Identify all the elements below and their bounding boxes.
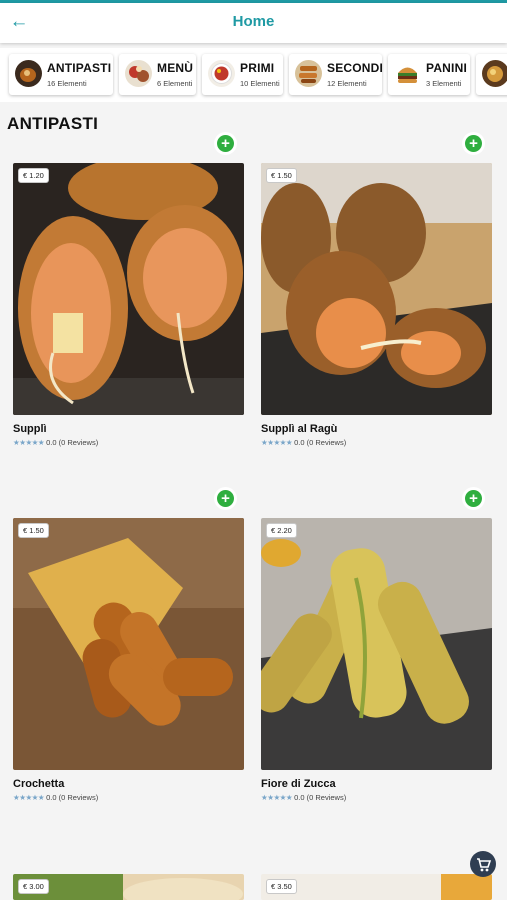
category-primi[interactable]: PRIMI 10 Elementi [202, 54, 283, 95]
cart-icon[interactable] [470, 851, 496, 877]
product-name: Crochetta [13, 778, 65, 790]
page-title: Home [232, 13, 275, 30]
plus-circle-icon[interactable]: + [214, 132, 237, 155]
price-badge: € 3.00 [18, 879, 49, 894]
category-more[interactable] [476, 54, 507, 95]
rating-text: 0.0 (0 Reviews) [294, 793, 347, 802]
star-icon: ★★★★★ [261, 793, 293, 802]
category-name: PRIMI [240, 61, 275, 75]
category-name: ANTIPASTI [47, 61, 112, 75]
price-badge: € 3.50 [266, 879, 297, 894]
product-name: Fiore di Zucca [261, 778, 336, 790]
category-thumbnail [208, 60, 235, 87]
rating-text: 0.0 (0 Reviews) [46, 438, 99, 447]
price-badge: € 2.20 [266, 523, 297, 538]
product-rating: ★★★★★ 0.0 (0 Reviews) [13, 438, 98, 447]
category-name: SECONDI [327, 61, 384, 75]
category-count: 16 Elementi [47, 79, 87, 88]
price-badge: € 1.50 [18, 523, 49, 538]
star-icon: ★★★★★ [13, 793, 45, 802]
category-thumbnail [295, 60, 322, 87]
category-name: PANINI [426, 61, 467, 75]
category-count: 3 Elementi [426, 79, 462, 88]
product-rating: ★★★★★ 0.0 (0 Reviews) [261, 793, 346, 802]
price-badge: € 1.50 [266, 168, 297, 183]
category-thumbnail [394, 60, 421, 87]
plus-circle-icon[interactable]: + [214, 487, 237, 510]
category-count: 6 Elementi [157, 79, 193, 88]
product-image [13, 163, 244, 415]
product-card[interactable]: € 3.50 [261, 874, 492, 900]
price-badge: € 1.20 [18, 168, 49, 183]
star-icon: ★★★★★ [261, 438, 293, 447]
category-thumbnail [125, 60, 152, 87]
product-name: Supplì al Ragù [261, 423, 338, 435]
rating-text: 0.0 (0 Reviews) [46, 793, 99, 802]
section-title: ANTIPASTI [7, 114, 99, 133]
product-name: Supplì [13, 423, 47, 435]
product-image [261, 163, 492, 415]
category-count: 12 Elementi [327, 79, 367, 88]
product-rating: ★★★★★ 0.0 (0 Reviews) [261, 438, 346, 447]
product-image [13, 518, 244, 770]
category-bar[interactable]: ANTIPASTI 16 Elementi MENÙ 6 Elementi PR… [0, 48, 507, 102]
category-panini[interactable]: PANINI 3 Elementi [388, 54, 470, 95]
category-secondi[interactable]: SECONDI 12 Elementi [289, 54, 384, 95]
plus-circle-icon[interactable]: + [462, 132, 485, 155]
product-rating: ★★★★★ 0.0 (0 Reviews) [13, 793, 98, 802]
category-antipasti[interactable]: ANTIPASTI 16 Elementi [9, 54, 113, 95]
app-header: ← Home [0, 3, 507, 43]
category-name: MENÙ [157, 61, 194, 75]
plus-circle-icon[interactable]: + [462, 487, 485, 510]
category-count: 10 Elementi [240, 79, 280, 88]
star-icon: ★★★★★ [13, 438, 45, 447]
product-image [261, 518, 492, 770]
product-card[interactable]: € 3.00 [13, 874, 244, 900]
rating-text: 0.0 (0 Reviews) [294, 438, 347, 447]
category-thumbnail [482, 60, 507, 87]
category-menu[interactable]: MENÙ 6 Elementi [119, 54, 196, 95]
category-thumbnail [15, 60, 42, 87]
